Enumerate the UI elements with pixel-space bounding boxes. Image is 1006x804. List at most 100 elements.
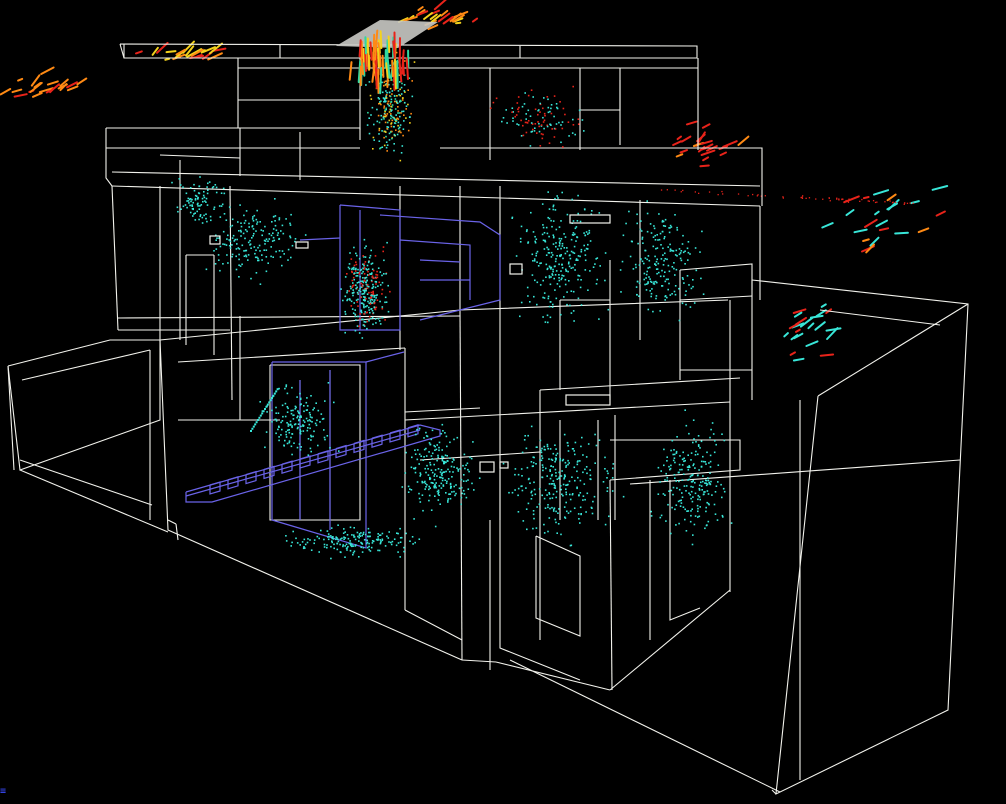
air-particle xyxy=(567,262,570,265)
flow-vector xyxy=(675,153,684,158)
air-particle xyxy=(673,449,675,451)
air-particle xyxy=(242,232,245,235)
air-particle xyxy=(714,440,716,442)
air-particle xyxy=(559,254,561,257)
air-particle xyxy=(554,289,556,291)
air-particle xyxy=(440,469,443,471)
air-particle xyxy=(381,317,384,319)
air-particle xyxy=(360,296,362,299)
air-particle xyxy=(716,519,719,521)
air-particle xyxy=(465,496,468,499)
air-particle xyxy=(527,502,530,505)
air-particle xyxy=(566,303,568,306)
air-particle xyxy=(533,488,536,491)
air-particle xyxy=(467,488,470,490)
air-particle xyxy=(587,443,590,445)
air-particle xyxy=(547,98,549,101)
air-particle xyxy=(372,323,374,326)
air-particle xyxy=(369,301,372,303)
air-particle xyxy=(549,477,552,480)
air-particle xyxy=(579,522,581,524)
air-particle xyxy=(336,542,338,545)
air-particle xyxy=(272,256,274,258)
air-particle xyxy=(689,306,692,308)
air-particle xyxy=(639,228,642,231)
air-particle xyxy=(381,281,384,284)
air-particle xyxy=(368,319,370,322)
air-particle xyxy=(582,495,585,497)
air-particle xyxy=(539,439,542,442)
air-particle xyxy=(351,286,354,289)
air-particle xyxy=(554,444,556,446)
air-particle xyxy=(368,315,371,318)
air-particle xyxy=(189,211,192,214)
air-particle xyxy=(584,269,587,271)
flow-vector xyxy=(164,57,171,61)
air-particle xyxy=(317,409,320,412)
air-particle xyxy=(194,212,196,214)
air-particle xyxy=(622,234,625,237)
air-particle xyxy=(657,466,660,469)
air-particle xyxy=(433,485,436,487)
air-particle xyxy=(662,220,665,223)
air-particle xyxy=(694,481,696,484)
air-particle xyxy=(684,263,686,265)
air-particle xyxy=(369,41,373,61)
air-particle xyxy=(383,105,386,107)
air-particle xyxy=(680,499,682,502)
air-particle xyxy=(649,223,652,225)
air-particle xyxy=(418,497,421,500)
air-particle xyxy=(589,240,592,242)
air-particle xyxy=(645,277,647,279)
air-particle xyxy=(330,535,332,537)
air-particle xyxy=(560,238,563,240)
air-particle xyxy=(261,259,263,261)
air-particle xyxy=(568,254,571,257)
air-particle xyxy=(358,257,361,260)
air-particle xyxy=(508,491,510,494)
air-particle xyxy=(551,497,554,499)
air-particle xyxy=(452,458,455,460)
air-particle xyxy=(681,302,684,305)
air-particle xyxy=(355,263,358,266)
air-particle xyxy=(525,508,528,510)
air-particle xyxy=(489,107,492,109)
flow-vector xyxy=(783,332,789,338)
diffuser-grille xyxy=(569,214,611,224)
air-particle xyxy=(625,222,627,225)
air-particle xyxy=(543,523,545,526)
air-particle xyxy=(243,250,245,252)
air-particle xyxy=(207,182,209,185)
air-particle xyxy=(562,494,564,497)
air-particle xyxy=(368,297,370,299)
air-particle xyxy=(677,500,680,503)
air-particle xyxy=(549,110,551,113)
air-particle xyxy=(189,204,191,207)
air-particle xyxy=(448,470,451,473)
air-particle xyxy=(462,489,465,492)
air-particle xyxy=(254,423,257,426)
air-particle xyxy=(636,280,639,283)
air-particle xyxy=(457,470,460,472)
air-particle xyxy=(429,487,431,489)
air-particle xyxy=(366,264,369,267)
flow-vector xyxy=(717,194,719,196)
3d-viewport[interactable]: ≡ xyxy=(0,0,1006,804)
air-particle xyxy=(411,95,414,98)
air-particle xyxy=(697,474,699,476)
air-particle xyxy=(399,88,401,91)
air-particle xyxy=(558,121,560,124)
air-particle xyxy=(241,263,243,266)
upper-floor-box xyxy=(105,127,763,340)
air-particle xyxy=(296,427,299,430)
air-particle xyxy=(393,122,396,124)
air-particle xyxy=(695,450,697,453)
air-particle xyxy=(644,283,646,286)
air-particle xyxy=(357,315,359,318)
air-particle xyxy=(648,266,651,269)
air-particle xyxy=(184,204,187,206)
air-particle xyxy=(709,483,712,486)
air-particle xyxy=(584,254,587,256)
air-particle xyxy=(370,294,372,297)
air-particle xyxy=(550,107,552,110)
